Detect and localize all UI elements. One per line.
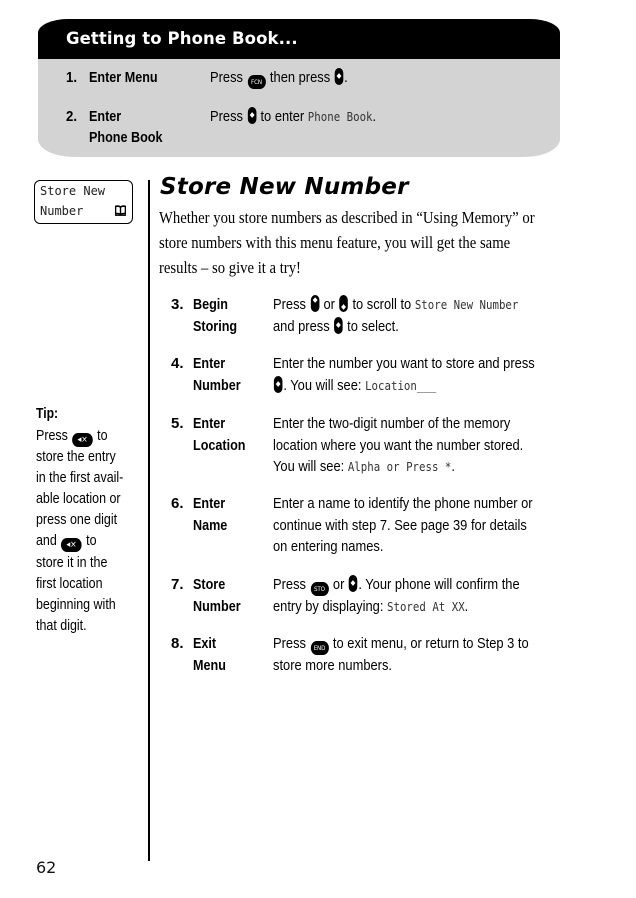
- fcn-key-icon: FCN: [247, 75, 266, 89]
- display-text: Location___: [365, 377, 437, 393]
- phone-book-icon: [115, 205, 126, 216]
- step-description: Press END to exit menu, or return to Ste…: [273, 635, 529, 674]
- select-key-icon: [348, 575, 358, 592]
- step-number: 7.: [171, 576, 184, 593]
- display-text: Alpha or Press *: [347, 459, 452, 474]
- step-label: Enter Number: [193, 355, 241, 394]
- tip-title: Tip:: [36, 406, 59, 422]
- header-step-description: Press FCN then press .: [210, 67, 348, 89]
- display-text: Phone Book: [307, 109, 373, 124]
- lcd-line-2: Number: [40, 204, 84, 218]
- intro-paragraph: Whether you store numbers as described i…: [159, 208, 535, 277]
- step-description: Enter a name to identify the phone numbe…: [273, 495, 533, 555]
- page-number: 62: [36, 858, 57, 877]
- getting-to-phone-book-box: Getting to Phone Book... 1. Enter Menu P…: [38, 19, 560, 157]
- display-text: Stored At XX: [387, 599, 465, 614]
- step-label: Store Number: [193, 576, 241, 615]
- step-number: 4.: [171, 355, 184, 372]
- step-number: 3.: [171, 296, 184, 313]
- scroll-up-key-icon: [310, 295, 320, 312]
- phone-display-preview: Store New Number: [34, 180, 133, 224]
- end-key-icon: END: [310, 641, 329, 655]
- header-step-description: Press to enter Phone Book.: [210, 107, 377, 125]
- tip-body: Press ◂× to store the entry in the first…: [36, 428, 124, 634]
- step-label: Enter Name: [193, 495, 228, 534]
- select-key-icon: [273, 375, 283, 393]
- select-key-icon: [334, 316, 343, 334]
- step-number: 8.: [171, 635, 184, 652]
- clear-key-icon: ◂×: [72, 433, 93, 447]
- step-number: 5.: [171, 415, 184, 432]
- select-key-icon: [247, 107, 257, 124]
- header-step-label: Enter Menu: [89, 69, 158, 86]
- select-key-icon: [334, 68, 344, 85]
- step-description: Press or to scroll to Store New Number a…: [273, 295, 519, 335]
- sto-key-icon: STO: [310, 582, 329, 596]
- step-description: Enter the two-digit number of the memory…: [273, 415, 524, 475]
- header-step-number: 1.: [66, 69, 78, 86]
- step-description: Enter the number you want to store and p…: [273, 355, 535, 394]
- step-number: 6.: [171, 495, 184, 512]
- header-step-label: Enter Phone Book: [89, 108, 163, 146]
- display-text: Store New Number: [414, 297, 519, 312]
- header-step-number: 2.: [66, 108, 78, 125]
- header-bar: Getting to Phone Book...: [38, 19, 560, 59]
- header-title: Getting to Phone Book...: [66, 29, 298, 48]
- step-label: Enter Location: [193, 415, 246, 454]
- clear-key-icon: ◂×: [61, 538, 82, 553]
- section-title: Store New Number: [160, 174, 409, 200]
- step-description: Press STO or . Your phone will confirm t…: [273, 575, 520, 615]
- scroll-down-key-icon: [339, 295, 348, 312]
- step-label: Begin Storing: [193, 296, 238, 335]
- lcd-line-1: Store New: [40, 184, 106, 198]
- step-label: Exit Menu: [193, 635, 226, 674]
